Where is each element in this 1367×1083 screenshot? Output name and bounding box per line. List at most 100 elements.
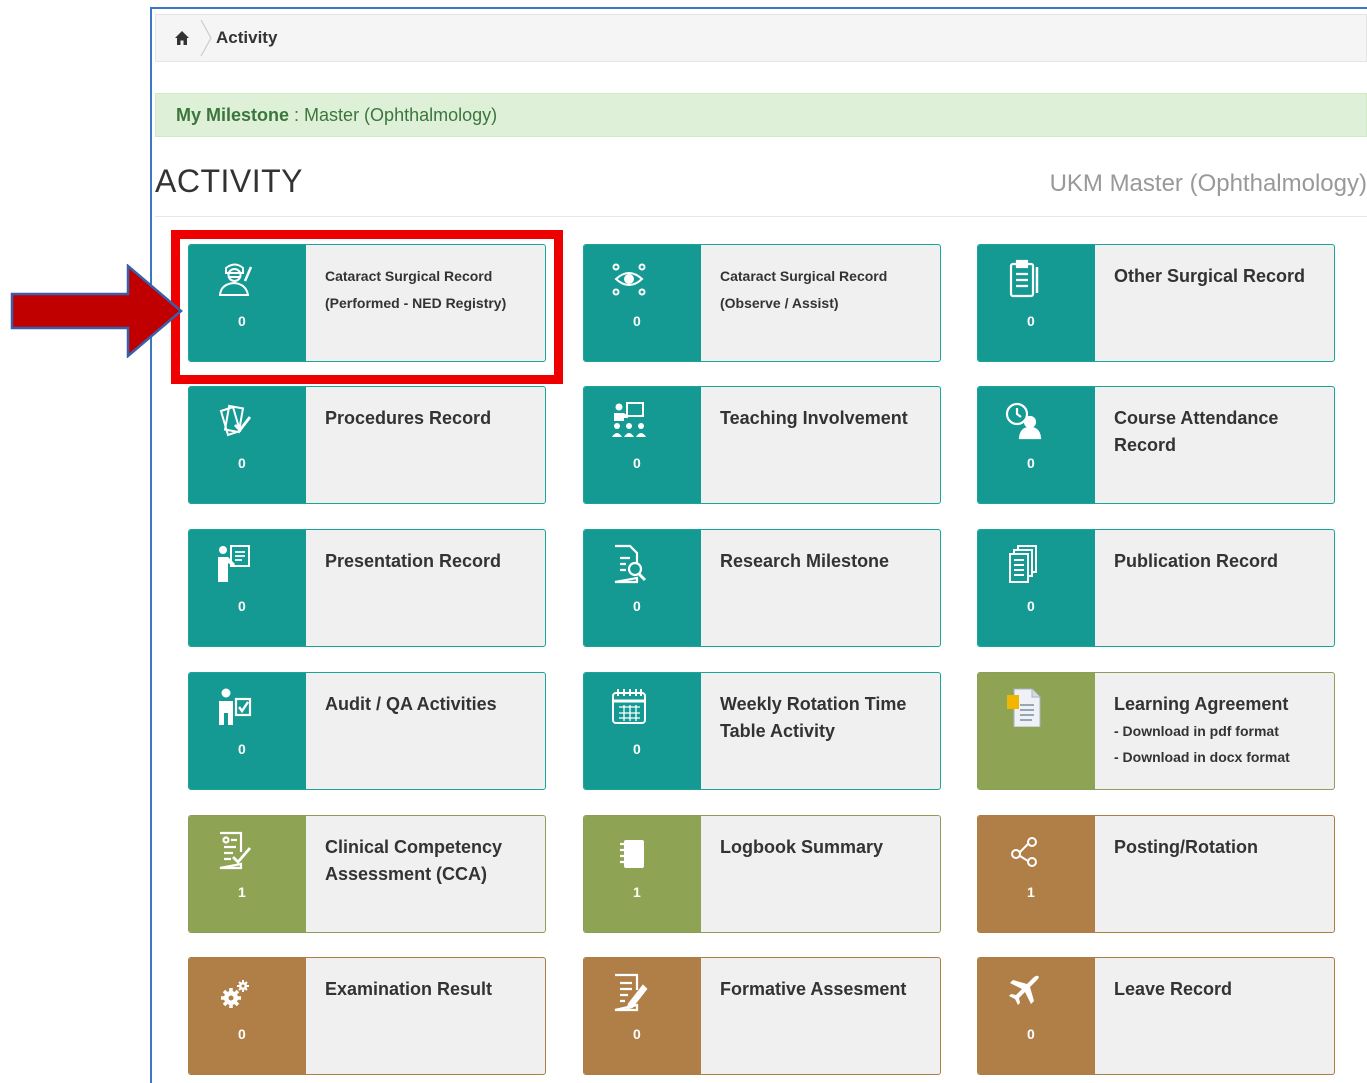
tile-count: 0	[633, 313, 641, 329]
stacked-papers-icon	[1009, 545, 1037, 583]
tile-icon-panel: 0	[978, 387, 1095, 503]
clipboard-icon	[1009, 259, 1039, 298]
tile-count: 1	[1027, 884, 1035, 900]
share-nodes-icon	[1011, 837, 1037, 867]
tile-label: Clinical Competency	[325, 837, 503, 857]
assessment-form-icon	[219, 831, 252, 870]
tile-icon-panel: 0	[189, 530, 306, 646]
tile-icon-panel: 0	[584, 673, 701, 789]
tile-count: 0	[1027, 313, 1035, 329]
tile-icon-panel: 0	[978, 530, 1095, 646]
tile-icon-panel	[978, 673, 1095, 789]
tile-icon-panel: 1	[978, 816, 1095, 932]
tile-body: Teaching Involvement	[701, 387, 940, 503]
home-icon[interactable]	[174, 30, 190, 46]
page-subtitle: UKM Master (Ophthalmology)	[1049, 170, 1367, 197]
calendar-icon	[612, 689, 646, 724]
tile-count: 1	[238, 884, 246, 900]
tile-count: 0	[238, 455, 246, 471]
tile-label: Procedures Record	[325, 408, 492, 428]
tile-research[interactable]: 0 Research Milestone	[583, 529, 941, 647]
tile-count: 0	[633, 1026, 641, 1042]
tile-body: Logbook Summary	[701, 816, 940, 932]
tile-teaching[interactable]: 0 Teaching Involvement	[583, 386, 941, 504]
document-edit-icon	[614, 973, 648, 1012]
tile-publication[interactable]: 0 Publication Record	[977, 529, 1335, 647]
tile-label: Posting/Rotation	[1114, 837, 1258, 857]
tile-label: Logbook Summary	[720, 837, 884, 857]
tile-body: Audit / QA Activities	[306, 673, 545, 789]
tile-posting-rotation[interactable]: 1 Posting/Rotation	[977, 815, 1335, 933]
tile-label-line2: (Observe / Assist)	[720, 295, 839, 311]
document-search-icon	[614, 544, 647, 584]
milestone-label: My Milestone	[176, 104, 290, 125]
presenter-board-icon	[218, 545, 250, 582]
tile-body: Weekly Rotation Time Table Activity	[701, 673, 940, 789]
tile-count: 0	[633, 741, 641, 757]
tile-icon-panel: 0	[189, 387, 306, 503]
tile-body: Examination Result	[306, 958, 545, 1074]
tile-weekly-rotation[interactable]: 0 Weekly Rotation Time Table Activity	[583, 672, 941, 790]
tile-other-surgical[interactable]: 0 Other Surgical Record	[977, 244, 1335, 362]
tile-label-line2: Table Activity	[720, 721, 836, 741]
tile-icon-panel: 0	[978, 245, 1095, 361]
tile-icon-panel: 0	[189, 673, 306, 789]
document-file-icon	[1007, 688, 1041, 727]
milestone-value: Master (Ophthalmology)	[304, 104, 498, 125]
tile-body: Formative Assesment	[701, 958, 940, 1074]
tile-course-attendance[interactable]: 0 Course Attendance Record	[977, 386, 1335, 504]
tile-label: Formative Assesment	[720, 979, 907, 999]
tile-cataract-observe[interactable]: 0 Cataract Surgical Record (Observe / As…	[583, 244, 941, 362]
pointer-arrow-icon	[10, 264, 183, 358]
tile-label: Leave Record	[1114, 979, 1233, 999]
tile-label: Presentation Record	[325, 551, 502, 571]
tile-icon-panel: 0	[584, 958, 701, 1074]
tile-count: 0	[633, 598, 641, 614]
tile-body: Cataract Surgical Record (Observe / Assi…	[701, 245, 940, 361]
tile-count: 0	[633, 455, 641, 471]
tile-label-line2: Record	[1114, 435, 1177, 455]
tile-leave-record[interactable]: 0 Leave Record	[977, 957, 1335, 1075]
tile-label: Other Surgical Record	[1114, 266, 1306, 286]
plane-icon	[1009, 975, 1039, 1005]
tile-body: Other Surgical Record	[1095, 245, 1334, 361]
tile-count: 0	[238, 598, 246, 614]
milestone-banner: My Milestone : Master (Ophthalmology)	[155, 93, 1367, 137]
breadcrumb-separator-icon	[200, 19, 212, 57]
tile-count: 0	[238, 1026, 246, 1042]
tile-label: Weekly Rotation Time	[720, 694, 907, 714]
tile-count: 0	[1027, 598, 1035, 614]
tile-body: Research Milestone	[701, 530, 940, 646]
gears-icon	[221, 980, 249, 1008]
person-checklist-icon	[219, 688, 252, 725]
tile-icon-panel: 0	[584, 245, 701, 361]
download-pdf-link[interactable]: - Download in pdf format	[1114, 718, 1334, 744]
notebook-icon	[620, 840, 644, 868]
breadcrumb-current: Activity	[216, 28, 278, 47]
tile-icon-panel: 0	[978, 958, 1095, 1074]
tile-icon-panel: 0	[584, 530, 701, 646]
tile-logbook-summary[interactable]: 1 Logbook Summary	[583, 815, 941, 933]
tile-body: Publication Record	[1095, 530, 1334, 646]
tile-label: Examination Result	[325, 979, 493, 999]
tile-label-line2: Assessment (CCA)	[325, 864, 488, 884]
tile-body: Clinical Competency Assessment (CCA)	[306, 816, 545, 932]
download-docx-link[interactable]: - Download in docx format	[1114, 744, 1334, 770]
tile-label: Audit / QA Activities	[325, 694, 497, 714]
tile-count: 0	[1027, 455, 1035, 471]
milestone-separator: :	[289, 104, 305, 125]
tile-body: Learning Agreement - Download in pdf for…	[1095, 673, 1334, 789]
tile-examination-result[interactable]: 0 Examination Result	[188, 957, 546, 1075]
teacher-class-icon	[612, 402, 646, 437]
tile-count: 1	[633, 884, 641, 900]
highlight-box	[171, 230, 563, 384]
title-divider	[155, 216, 1367, 217]
tile-icon-panel: 1	[189, 816, 306, 932]
tile-formative-assessment[interactable]: 0 Formative Assesment	[583, 957, 941, 1075]
tile-clinical-competency[interactable]: 1 Clinical Competency Assessment (CCA)	[188, 815, 546, 933]
tile-presentation[interactable]: 0 Presentation Record	[188, 529, 546, 647]
tile-audit-qa[interactable]: 0 Audit / QA Activities	[188, 672, 546, 790]
tile-icon-panel: 0	[189, 958, 306, 1074]
tile-procedures[interactable]: 0 Procedures Record	[188, 386, 546, 504]
tile-body: Leave Record	[1095, 958, 1334, 1074]
